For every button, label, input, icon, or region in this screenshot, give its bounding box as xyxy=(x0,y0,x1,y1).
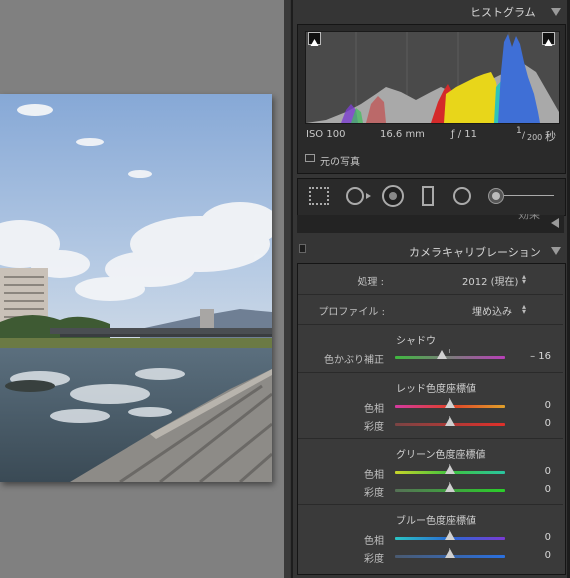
original-photo-label: 元の写真 xyxy=(320,157,360,168)
red-primary-title: レッド色度座標値 xyxy=(396,384,476,395)
iso-readout: ISO 100 xyxy=(306,129,346,140)
shutter-numerator: 1 xyxy=(516,126,522,136)
shutter-denominator: 200 xyxy=(527,133,543,142)
panel-toggle-switch[interactable] xyxy=(299,244,306,253)
separator xyxy=(298,438,563,439)
process-dropdown[interactable]: 2012 (現在) xyxy=(462,273,518,288)
green-hue-slider-thumb[interactable] xyxy=(445,465,455,474)
photo-image xyxy=(0,94,272,482)
shutter-slash: / xyxy=(522,131,526,141)
triangle-up-icon xyxy=(544,39,553,46)
calibration-collapse-icon[interactable] xyxy=(551,247,561,255)
radial-filter-icon[interactable] xyxy=(453,187,471,205)
graduated-filter-icon[interactable] xyxy=(422,186,434,206)
blue-saturation-value[interactable]: 0 xyxy=(521,550,551,561)
blue-primary-title: ブルー色度座標値 xyxy=(396,516,476,527)
photo-preview[interactable] xyxy=(0,94,272,482)
brush-tip xyxy=(492,192,500,200)
blue-hue-value[interactable]: 0 xyxy=(521,532,551,543)
profile-dropdown[interactable]: 埋め込み xyxy=(472,303,512,318)
blue-hue-label: 色相 xyxy=(364,536,384,547)
red-hue-slider-thumb[interactable] xyxy=(445,399,455,408)
red-hue-value[interactable]: 0 xyxy=(521,400,551,411)
original-photo-checkbox[interactable] xyxy=(305,154,315,162)
shadow-tint-slider-thumb[interactable] xyxy=(437,350,447,359)
red-saturation-slider-thumb[interactable] xyxy=(445,417,455,426)
shadow-tint-label: 色かぶり補正 xyxy=(324,355,384,366)
separator xyxy=(298,372,563,373)
profile-label: プロファイル : xyxy=(318,307,385,318)
adjustment-brush-icon[interactable] xyxy=(488,188,504,204)
blue-hue-slider-thumb[interactable] xyxy=(445,531,455,540)
histogram-collapse-icon[interactable] xyxy=(551,8,561,16)
separator xyxy=(298,324,563,325)
separator xyxy=(298,504,563,505)
green-hue-label: 色相 xyxy=(364,470,384,481)
red-saturation-label: 彩度 xyxy=(364,422,384,433)
green-saturation-label: 彩度 xyxy=(364,488,384,499)
effects-section-title[interactable]: 効果 xyxy=(518,214,540,222)
blue-saturation-slider-thumb[interactable] xyxy=(445,549,455,558)
calibration-title[interactable]: カメラキャリブレーション xyxy=(409,244,541,260)
histogram-title[interactable]: ヒストグラム xyxy=(470,4,536,20)
slider-center-tick xyxy=(449,349,450,353)
updown-icon: ▴ ▾ xyxy=(522,272,527,286)
shadow-tint-value[interactable]: – 16 xyxy=(521,351,551,362)
red-eye-tool-icon[interactable] xyxy=(382,185,404,207)
shadows-group-title: シャドウ xyxy=(396,336,436,347)
focal-length-readout: 16.6 mm xyxy=(380,129,425,140)
chevron-left-icon[interactable] xyxy=(551,218,559,228)
red-saturation-value[interactable]: 0 xyxy=(521,418,551,429)
highlight-clipping-toggle[interactable] xyxy=(542,32,555,46)
red-eye-pupil xyxy=(389,192,397,200)
histogram-graph[interactable] xyxy=(305,31,560,124)
shadow-tint-slider-track[interactable] xyxy=(395,356,505,359)
crop-tool-icon[interactable] xyxy=(309,187,329,205)
panel-left-edge xyxy=(291,0,293,578)
shutter-unit: 秒 xyxy=(545,130,556,143)
green-hue-value[interactable]: 0 xyxy=(521,466,551,477)
red-hue-label: 色相 xyxy=(364,404,384,415)
separator xyxy=(298,294,563,295)
green-saturation-value[interactable]: 0 xyxy=(521,484,551,495)
triangle-up-icon xyxy=(310,39,319,46)
shadow-clipping-toggle[interactable] xyxy=(308,32,321,46)
updown-icon: ▴ ▾ xyxy=(522,302,527,316)
process-label: 処理 : xyxy=(357,277,384,288)
histogram-chart xyxy=(306,32,559,123)
brush-handle-line xyxy=(504,195,554,196)
blue-saturation-label: 彩度 xyxy=(364,554,384,565)
spot-removal-icon[interactable] xyxy=(346,187,364,205)
green-primary-title: グリーン色度座標値 xyxy=(396,450,486,461)
aperture-readout: ƒ / 11 xyxy=(451,129,477,140)
arrow-right-icon xyxy=(366,193,371,199)
green-saturation-slider-thumb[interactable] xyxy=(445,483,455,492)
